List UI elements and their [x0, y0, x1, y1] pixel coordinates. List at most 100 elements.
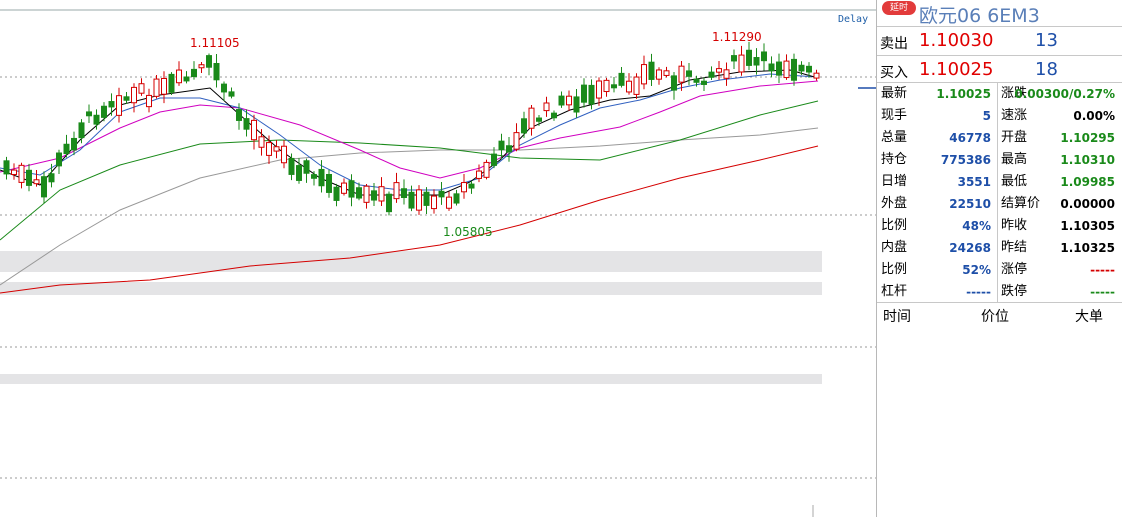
quote-row: 现手 5: [881, 105, 991, 127]
candle-body: [746, 49, 752, 66]
quote-key: 最高: [1001, 152, 1028, 167]
bid-price: 1.10025: [919, 59, 994, 80]
candlestick-chart[interactable]: Delay 1.11105 1.11290 1.05805: [0, 0, 876, 517]
candle-body: [176, 69, 182, 84]
candle-body: [723, 69, 730, 79]
candle-body: [11, 169, 17, 175]
candle-body: [543, 102, 550, 112]
candle-body: [326, 173, 332, 193]
candle-body: [33, 179, 40, 185]
candle-body: [656, 69, 662, 80]
instrument-header: 延时 欧元06 6EM3: [877, 0, 1122, 27]
quote-key: 总量: [881, 130, 908, 145]
ask-label: 卖出: [880, 36, 908, 52]
quote-value: 3551: [957, 175, 991, 189]
quote-row: 开盘 1.10295: [1001, 127, 1115, 149]
quote-row: 内盘 24268: [881, 237, 991, 259]
candle-body: [3, 160, 10, 175]
candle-body: [123, 96, 130, 101]
quote-key: 比例: [881, 262, 908, 277]
candle-body: [596, 80, 602, 99]
candle-body: [431, 195, 437, 210]
candle-body: [363, 185, 370, 203]
quote-row: 比例 48%: [881, 215, 991, 237]
column-price: 价位: [981, 309, 1009, 325]
quote-row: 结算价 0.00000: [1001, 193, 1115, 215]
candle-body: [251, 119, 257, 141]
candle-body: [348, 180, 355, 198]
candle-body: [551, 112, 557, 119]
candle-body: [56, 152, 62, 167]
chart-canvas[interactable]: [0, 0, 876, 517]
quote-key: 跌停: [1001, 284, 1028, 299]
column-time: 时间: [883, 309, 911, 325]
quote-panel: 延时 欧元06 6EM3 卖出 1.10030 13 买入 1.10025 18…: [876, 0, 1122, 517]
quote-value: 0.00%: [1073, 109, 1115, 123]
candle-body: [611, 84, 617, 89]
candle-body: [476, 170, 482, 179]
peak-high-label: 1.11105: [190, 36, 240, 50]
delay-badge: 延时: [882, 1, 916, 15]
candle-body: [671, 75, 677, 91]
quote-row: 杠杆 -----: [881, 281, 991, 303]
quote-value: 46778: [949, 131, 991, 145]
quote-value: -----: [1090, 285, 1115, 299]
quote-row: 涨跌 0.00300/0.27%: [1001, 83, 1115, 105]
candle-body: [26, 169, 32, 186]
candle-body: [341, 182, 347, 194]
column-size: 大单: [1075, 309, 1103, 325]
candle-body: [101, 105, 107, 118]
quote-key: 日增: [881, 174, 908, 189]
candle-body: [416, 189, 422, 211]
candle-body: [311, 174, 317, 179]
ask-volume: 13: [1035, 30, 1058, 51]
candle-body: [791, 58, 797, 81]
candle-body: [693, 78, 700, 83]
candle-body: [491, 153, 497, 166]
candle-body: [738, 54, 745, 73]
candle-body: [333, 186, 340, 201]
candle-body: [506, 145, 512, 153]
quote-row: 持仓 775386: [881, 149, 991, 171]
candle-body: [93, 114, 100, 125]
candle-body: [221, 83, 227, 93]
candle-body: [228, 91, 235, 97]
candle-body: [753, 57, 760, 66]
candle-body: [183, 76, 190, 82]
gray-band: [0, 374, 822, 384]
quote-row: 总量 46778: [881, 127, 991, 149]
candle-body: [371, 190, 377, 201]
quote-key: 结算价: [1001, 196, 1041, 211]
bid-row[interactable]: 买入 1.10025 18: [877, 56, 1122, 84]
divider: [997, 82, 998, 302]
quote-key: 现手: [881, 108, 908, 123]
candle-body: [648, 61, 655, 80]
quote-value: 5: [982, 109, 991, 123]
quote-key: 杠杆: [881, 284, 908, 299]
candle-body: [686, 70, 692, 77]
candle-body: [273, 146, 280, 152]
quote-row: 日增 3551: [881, 171, 991, 193]
candle-body: [146, 94, 152, 108]
candle-body: [378, 186, 385, 202]
candle-body: [71, 137, 77, 151]
candle-body: [131, 86, 137, 104]
candle-body: [806, 65, 812, 73]
ask-row[interactable]: 卖出 1.10030 13: [877, 27, 1122, 55]
candle-body: [78, 122, 85, 139]
candle-body: [303, 160, 310, 174]
candle-body: [198, 64, 205, 69]
candle-body: [281, 145, 287, 164]
quote-row: 昨收 1.10305: [1001, 215, 1115, 237]
candle-body: [86, 111, 92, 117]
quote-value: -----: [966, 285, 991, 299]
quote-value: 24268: [949, 241, 991, 255]
quote-key: 涨停: [1001, 262, 1028, 277]
candle-body: [468, 183, 475, 189]
candle-body: [48, 173, 55, 183]
instrument-name: 欧元06 6EM3: [919, 5, 1040, 27]
quote-value: 1.09985: [1060, 175, 1115, 189]
quote-key: 昨结: [1001, 240, 1028, 255]
candle-body: [708, 71, 715, 78]
candle-body: [206, 55, 212, 68]
